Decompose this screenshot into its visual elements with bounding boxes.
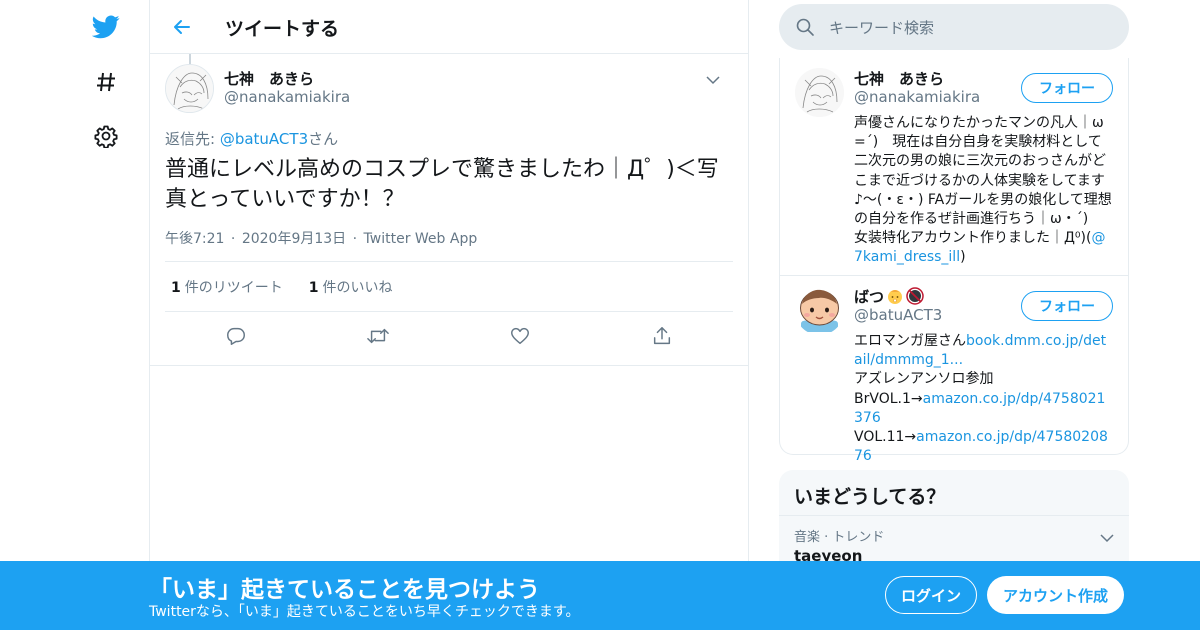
tweet-source: Twitter Web App [363, 231, 478, 247]
avatar-baby-icon [795, 286, 844, 335]
heart-icon [511, 327, 529, 345]
author-handle[interactable]: @nanakamiakira [224, 88, 350, 106]
retweet-icon [367, 328, 389, 344]
reply-button[interactable] [165, 325, 307, 347]
tweet-text: 普通にレベル高めのコスプレで驚きましたわ｜Д゜)＜写真とっていいですか！？ [165, 157, 719, 212]
avatar-sketch-icon [795, 68, 844, 117]
hashtag-icon[interactable] [86, 62, 126, 102]
like-count-label: 件のいいね [322, 279, 393, 296]
trend-menu-button[interactable] [1100, 528, 1114, 547]
search-input[interactable]: キーワード検索 [779, 4, 1129, 50]
share-icon [653, 327, 671, 345]
tweet-detail: 七神 あきら @nanakamiakira 返信先: @batuACT3さん 普… [150, 54, 748, 360]
reply-handle-link[interactable]: @batuACT3 [220, 130, 308, 148]
chevron-down-icon [706, 76, 720, 85]
meta-separator: · [352, 231, 358, 247]
signup-button[interactable]: アカウント作成 [987, 576, 1124, 614]
retweet-button[interactable] [307, 325, 449, 347]
tweet-stats: 1 件のリツイート 1 件のいいね [165, 262, 733, 311]
reply-context: 返信先: @batuACT3さん [165, 128, 733, 150]
relevant-users-card: 七神 あきら @nanakamiakira フォロー 声優さんになりたかったマン… [779, 58, 1129, 464]
settings-gear-icon[interactable] [86, 116, 126, 156]
retweet-count-link[interactable]: 1 件のリツイート [171, 277, 283, 297]
share-button[interactable] [591, 325, 733, 347]
tweet-date[interactable]: 2020年9月13日 [242, 231, 346, 247]
user-name: ばつ [854, 287, 885, 306]
avatar[interactable] [165, 64, 214, 113]
search-icon [796, 18, 814, 36]
bio-text: BrVOL.1→ [854, 390, 923, 407]
login-button[interactable]: ログイン [885, 576, 977, 614]
baby-emoji-icon [888, 290, 903, 304]
trends-title: いまどうしてる？ [779, 470, 1129, 516]
signup-banner: 「いま」起きていることを見つけよう Twitterなら、「いま」起きていることを… [0, 561, 1200, 630]
bio-text: 声優さんになりたかったマンの凡人｜ω=´) 現在は自分自身を実験材料として二次元… [854, 115, 1112, 247]
tweet-author[interactable]: 七神 あきら @nanakamiakira [165, 54, 733, 116]
reply-suffix: さん [308, 130, 339, 148]
avatar[interactable] [795, 68, 844, 117]
trend-category: 音楽 · トレンド [794, 530, 885, 545]
banner-subtitle: Twitterなら、「いま」起きていることをいち早くチェックできます。 [149, 604, 580, 620]
back-button[interactable] [166, 11, 198, 43]
reply-prefix: 返信先: [165, 130, 220, 148]
user-bio: 声優さんになりたかったマンの凡人｜ω=´) 現在は自分自身を実験材料として二次元… [854, 114, 1113, 268]
main-column: ツイートする 七神 あきら @nanakamiakira 返信先: @batuA… [149, 0, 749, 630]
back-arrow-icon [174, 20, 190, 34]
user-cell[interactable]: 七神 あきら @nanakamiakira フォロー 声優さんになりたかったマン… [780, 58, 1128, 276]
tweet-menu-button[interactable] [703, 70, 723, 90]
like-count-link[interactable]: 1 件のいいね [309, 277, 393, 297]
twitter-logo-icon[interactable] [86, 7, 126, 47]
reply-icon [227, 327, 245, 345]
retweet-count-label: 件のリツイート [184, 279, 283, 296]
page-header: ツイートする [150, 0, 748, 54]
meta-separator: · [230, 231, 236, 247]
avatar-sketch-icon [166, 65, 213, 112]
retweet-count: 1 [171, 279, 181, 296]
bio-text-end: ) [960, 249, 966, 266]
like-button[interactable] [449, 325, 591, 347]
author-name[interactable]: 七神 あきら [224, 68, 314, 89]
no-under-18-emoji-icon [906, 287, 924, 305]
bio-text: VOL.11→ [854, 429, 917, 446]
banner-title: 「いま」起きていることを見つけよう [149, 577, 540, 603]
search-placeholder: キーワード検索 [829, 18, 935, 37]
bio-text: エロマンガ屋さん [854, 333, 966, 349]
divider [150, 365, 748, 366]
chevron-down-icon [1100, 534, 1114, 543]
tweet-meta: 午後7:21 · 2020年9月13日 · Twitter Web App [165, 228, 733, 250]
bio-text: アズレンアンソロ参加 [854, 371, 994, 388]
avatar[interactable] [795, 286, 844, 335]
left-nav [80, 0, 130, 630]
follow-button[interactable]: フォロー [1021, 73, 1113, 103]
user-bio: エロマンガ屋さんbook.dmm.co.jp/detail/dmmmg_1...… [854, 332, 1113, 466]
user-cell[interactable]: ばつ @batuACT3 フォロー エロマンガ屋さんbook.dmm.co.jp… [780, 276, 1128, 464]
follow-button[interactable]: フォロー [1021, 291, 1113, 321]
tweet-time[interactable]: 午後7:21 [165, 231, 224, 247]
like-count: 1 [308, 279, 319, 296]
page-title: ツイートする [225, 18, 340, 40]
tweet-actions [165, 312, 733, 360]
